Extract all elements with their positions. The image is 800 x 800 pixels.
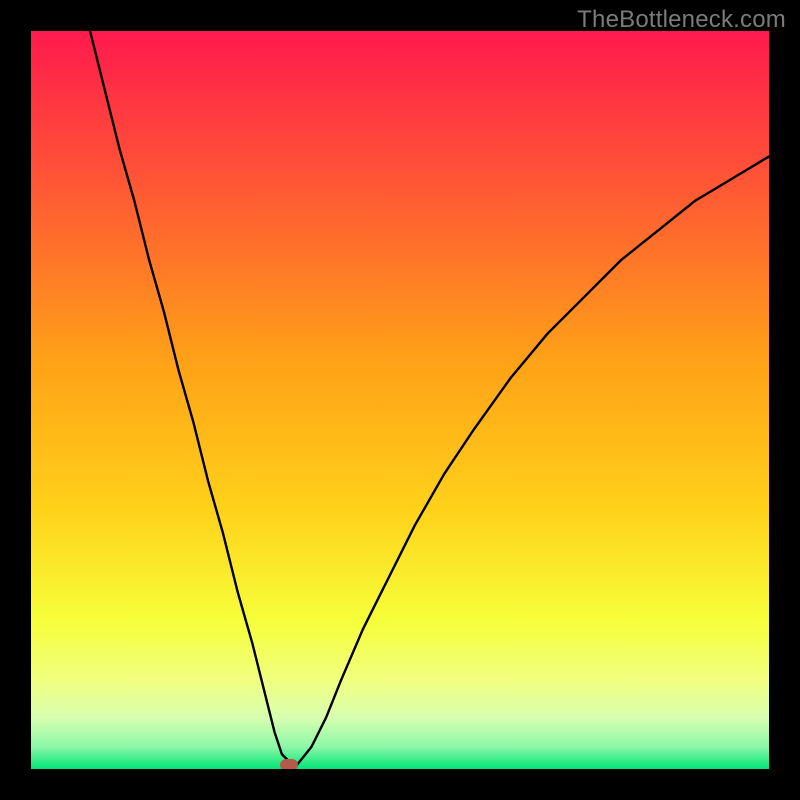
plot-area bbox=[31, 31, 769, 769]
bottleneck-curve bbox=[31, 31, 769, 769]
minimum-marker bbox=[280, 759, 298, 769]
watermark-text: TheBottleneck.com bbox=[577, 6, 786, 34]
chart-frame: TheBottleneck.com bbox=[0, 0, 800, 800]
